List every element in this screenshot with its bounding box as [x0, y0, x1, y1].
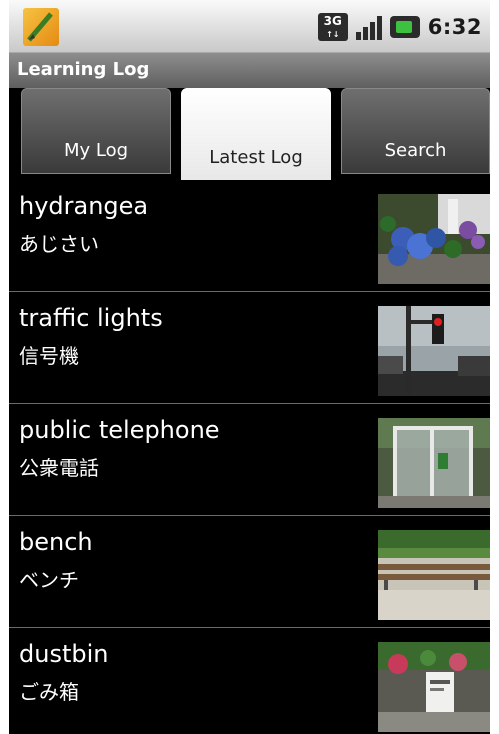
phone-screen: 3G ↑↓ 6:32 Learning Log My Log Latest Lo…: [9, 0, 490, 734]
signal-strength-icon: [355, 14, 382, 40]
list-item[interactable]: bench ベンチ: [9, 516, 490, 628]
item-english: dustbin: [19, 640, 109, 668]
network-3g-icon: 3G ↑↓: [317, 13, 348, 41]
item-english: hydrangea: [19, 192, 149, 220]
tab-label: Latest Log: [209, 147, 303, 168]
item-japanese: ベンチ: [19, 568, 79, 592]
hydrangea-photo-icon: [378, 194, 490, 284]
latest-log-list: hydrangea あじさい traffic lights 信号機 public…: [9, 180, 490, 734]
tab-label: My Log: [63, 140, 129, 161]
bench-photo-icon: [378, 530, 490, 620]
battery-icon: [389, 16, 420, 38]
item-japanese: ごみ箱: [19, 680, 79, 704]
list-item[interactable]: traffic lights 信号機: [9, 292, 490, 404]
traffic-lights-photo-icon: [378, 306, 490, 396]
item-english: traffic lights: [19, 304, 163, 332]
list-item[interactable]: hydrangea あじさい: [9, 180, 490, 292]
tab-latest-log[interactable]: Latest Log: [181, 88, 331, 180]
list-item[interactable]: public telephone 公衆電話: [9, 404, 490, 516]
list-item[interactable]: dustbin ごみ箱: [9, 628, 490, 734]
app-title: Learning Log: [17, 59, 150, 80]
dustbin-photo-icon: [378, 642, 490, 732]
tab-search[interactable]: Search: [341, 88, 490, 174]
status-clock: 6:32: [427, 15, 482, 39]
tab-bar: My Log Latest Log Search: [9, 88, 490, 180]
item-english: public telephone: [19, 416, 220, 444]
tab-my-log[interactable]: My Log: [21, 88, 171, 174]
public-telephone-photo-icon: [378, 418, 490, 508]
item-japanese: 公衆電話: [19, 456, 99, 480]
learning-log-notification-icon[interactable]: [23, 8, 59, 46]
app-title-bar: Learning Log: [9, 52, 490, 89]
status-bar: 3G ↑↓ 6:32: [9, 0, 490, 52]
item-english: bench: [19, 528, 93, 556]
item-japanese: あじさい: [19, 232, 99, 256]
item-japanese: 信号機: [19, 344, 79, 368]
tab-label: Search: [384, 140, 447, 161]
